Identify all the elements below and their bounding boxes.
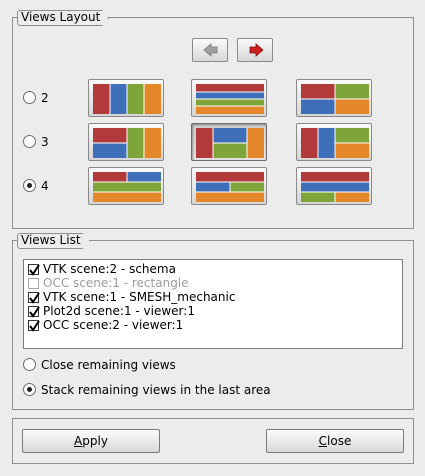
checkmark-icon <box>29 320 40 332</box>
stack-remaining-radio[interactable] <box>23 383 36 396</box>
next-button[interactable] <box>237 38 273 62</box>
checkmark-icon <box>29 264 40 276</box>
button-bar: Apply Close <box>12 418 414 464</box>
layout-4-top-split-button[interactable] <box>88 167 164 205</box>
list-item[interactable]: OCC scene:2 - viewer:1 <box>28 318 183 332</box>
layout-2-columns-button[interactable] <box>88 79 164 117</box>
layout-3-right-stack-icon <box>301 128 369 158</box>
layout-4-top-split-icon <box>93 172 161 202</box>
view-4-checkbox[interactable] <box>28 306 40 318</box>
view-3-label: VTK scene:1 - SMESH_mechanic <box>43 290 236 304</box>
view-5-checkbox[interactable] <box>28 320 40 332</box>
radio-4-views[interactable]: 4 <box>23 178 49 194</box>
left-arrow-icon <box>203 43 218 57</box>
view-2-label: OCC scene:1 - rectangle <box>43 276 189 290</box>
list-item[interactable]: VTK scene:2 - schema <box>28 262 176 276</box>
radio-2-indicator[interactable] <box>23 91 36 104</box>
radio-4-label: 4 <box>41 179 49 193</box>
radio-3-label: 3 <box>41 135 49 149</box>
views-list-title: Views List <box>17 233 90 249</box>
close-button[interactable]: Close <box>266 429 404 453</box>
views-list-group: Views List VTK scene:2 - schema OCC scen… <box>12 240 414 410</box>
layout-2-rows-icon <box>196 84 264 114</box>
layout-2-rows-button[interactable] <box>191 79 267 117</box>
close-mnemonic: C <box>318 434 328 448</box>
close-label: lose <box>327 434 352 448</box>
view-2-checkbox <box>28 278 39 289</box>
checkmark-icon <box>29 292 40 304</box>
layout-3-center-stack-button[interactable] <box>191 123 267 161</box>
layout-2-grid-button[interactable] <box>296 79 372 117</box>
view-4-label: Plot2d scene:1 - viewer:1 <box>43 304 195 318</box>
view-3-checkbox[interactable] <box>28 292 40 304</box>
stack-remaining-label: Stack remaining views in the last area <box>41 383 271 397</box>
view-5-label: OCC scene:2 - viewer:1 <box>43 318 184 332</box>
layout-3-left-stack-button[interactable] <box>88 123 164 161</box>
radio-3-indicator[interactable] <box>23 135 36 148</box>
apply-button[interactable]: Apply <box>22 429 160 453</box>
right-arrow-icon <box>249 43 264 57</box>
apply-label: pply <box>82 434 108 448</box>
layout-3-center-stack-icon <box>196 128 264 158</box>
checkmark-icon <box>29 306 40 318</box>
layout-4-middle-split-icon <box>196 172 264 202</box>
view-1-checkbox[interactable] <box>28 264 40 276</box>
list-item: OCC scene:1 - rectangle <box>28 276 189 290</box>
close-remaining-option[interactable]: Close remaining views <box>23 357 176 373</box>
layout-2-columns-icon <box>93 84 161 114</box>
radio-3-views[interactable]: 3 <box>23 134 49 150</box>
views-layout-title: Views Layout <box>17 10 109 26</box>
layout-4-bottom-split-button[interactable] <box>296 167 372 205</box>
views-listbox[interactable]: VTK scene:2 - schema OCC scene:1 - recta… <box>23 259 403 349</box>
layout-4-bottom-split-icon <box>301 172 369 202</box>
close-remaining-label: Close remaining views <box>41 358 176 372</box>
radio-2-views[interactable]: 2 <box>23 90 49 106</box>
layout-3-left-stack-icon <box>93 128 161 158</box>
layout-2-grid-icon <box>301 84 369 114</box>
layout-4-middle-split-button[interactable] <box>191 167 267 205</box>
views-layout-group: Views Layout 2 3 4 <box>12 17 414 229</box>
layout-3-right-stack-button[interactable] <box>296 123 372 161</box>
close-remaining-radio[interactable] <box>23 358 36 371</box>
list-item[interactable]: VTK scene:1 - SMESH_mechanic <box>28 290 235 304</box>
previous-button[interactable] <box>192 38 228 62</box>
stack-remaining-option[interactable]: Stack remaining views in the last area <box>23 382 271 398</box>
radio-4-indicator[interactable] <box>23 179 36 192</box>
radio-2-label: 2 <box>41 91 49 105</box>
view-1-label: VTK scene:2 - schema <box>43 262 176 276</box>
list-item[interactable]: Plot2d scene:1 - viewer:1 <box>28 304 195 318</box>
